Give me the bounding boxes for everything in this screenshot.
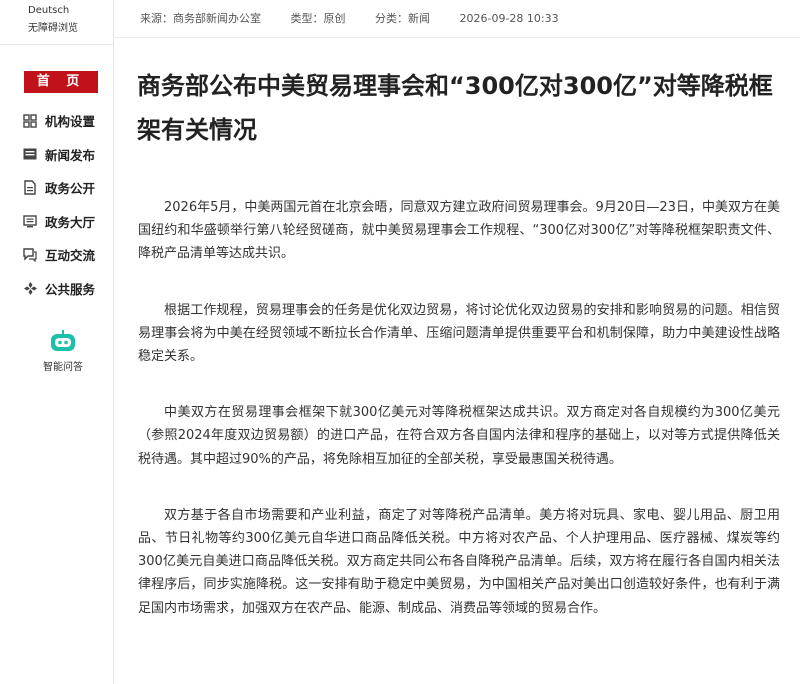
accessibility-link[interactable]: 无障碍浏览 [28,20,78,38]
sidebar-item-service-hall[interactable]: 政务大厅 [22,205,112,239]
article-meta: 来源：商务部新闻办公室 类型：原创 分类：新闻 2026-09-28 10:33 [140,10,585,28]
meta-divider [114,37,800,38]
sidebar-item-organization[interactable]: 机构设置 [22,104,112,138]
article-paragraph: 中美双方在贸易理事会框架下就300亿美元对等降税框架达成共识。双方商定对各自规模… [138,405,780,467]
article-paragraph: 2026年5月，中美两国元首在北京会晤，同意双方建立政府间贸易理事会。9月20日… [138,200,780,262]
source-text: 来源：商务部新闻办公室 [140,12,261,25]
public-service-icon [22,280,38,296]
sidebar-item-label: 互动交流 [45,248,96,264]
article-title: 商务部公布中美贸易理事会和“300亿对300亿”对等降税框架有关情况 [137,72,773,144]
robot-icon [50,330,76,352]
smart-qa-label: 智能问答 [43,362,83,373]
sidebar-nav: 机构设置 新闻发布 政务公开 政务大厅 互动交流 公共服务 [22,104,112,305]
document-icon [22,180,38,196]
language-links: Deutsch 无障碍浏览 [28,2,78,38]
article-paragraph: 根据工作规程，贸易理事会的任务是优化双边贸易，将讨论优化双边贸易的安排和影响贸易… [138,302,780,365]
sidebar-item-label: 政务公开 [45,181,96,197]
home-button[interactable]: 首 页 [24,71,98,93]
publish-datetime: 2026-09-28 10:33 [459,12,559,25]
sidebar: Deutsch 无障碍浏览 首 页 机构设置 新闻发布 政务公开 政务大厅 互动… [0,0,114,684]
sidebar-item-news[interactable]: 新闻发布 [22,138,112,172]
type-text: 类型：原创 [290,12,346,25]
article-body: 2026年5月，中美两国元首在北京会晤，同意双方建立政府间贸易理事会。9月20日… [138,196,780,653]
sidebar-item-label: 公共服务 [45,281,96,297]
org-chart-icon [22,113,38,129]
sidebar-item-government-affairs[interactable]: 政务公开 [22,171,112,205]
chat-icon [22,247,38,263]
service-hall-icon [22,213,38,229]
sidebar-item-interaction[interactable]: 互动交流 [22,238,112,272]
sidebar-item-label: 新闻发布 [45,147,96,163]
smart-qa-button[interactable]: 智能问答 [28,330,98,373]
article-paragraph: 双方基于各自市场需要和产业利益，商定了对等降税产品清单。美方将对玩具、家电、婴儿… [138,507,780,616]
sidebar-item-label: 政务大厅 [45,214,96,230]
category-text: 分类：新闻 [375,12,430,25]
deutsch-link[interactable]: Deutsch [28,2,78,20]
sidebar-divider [0,44,113,45]
sidebar-item-public-service[interactable]: 公共服务 [22,272,112,306]
sidebar-item-label: 机构设置 [45,114,96,130]
news-icon [22,146,38,162]
